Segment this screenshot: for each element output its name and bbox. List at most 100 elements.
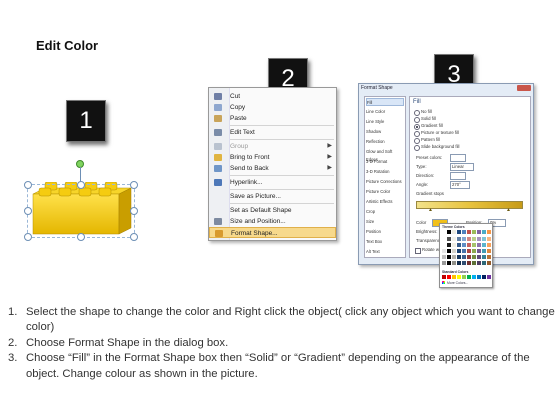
resize-handle[interactable]: [24, 233, 32, 241]
radio-pattern-fill[interactable]: [414, 138, 420, 144]
menu-item-send-to-back[interactable]: Send to Back ▶: [209, 163, 336, 174]
standard-color-swatch[interactable]: [457, 275, 461, 279]
preset-colors-dropdown[interactable]: [450, 154, 466, 162]
theme-color-swatch[interactable]: [467, 243, 471, 247]
theme-color-swatch[interactable]: [442, 261, 446, 265]
menu-item-copy[interactable]: Copy: [209, 102, 336, 113]
theme-color-swatch[interactable]: [487, 261, 491, 265]
theme-color-swatch[interactable]: [467, 249, 471, 253]
standard-color-swatch[interactable]: [442, 275, 446, 279]
theme-color-swatch[interactable]: [457, 249, 461, 253]
resize-handle[interactable]: [130, 207, 138, 215]
theme-color-swatch[interactable]: [487, 243, 491, 247]
theme-color-swatch[interactable]: [477, 249, 481, 253]
theme-color-swatch[interactable]: [452, 249, 456, 253]
theme-color-swatch[interactable]: [467, 237, 471, 241]
direction-dropdown[interactable]: [450, 172, 466, 180]
standard-color-swatch[interactable]: [452, 275, 456, 279]
category-crop[interactable]: Crop: [366, 208, 404, 216]
theme-color-swatch[interactable]: [472, 243, 476, 247]
theme-color-swatch[interactable]: [442, 230, 446, 234]
menu-item-save-as-picture[interactable]: Save as Picture...: [209, 191, 336, 202]
standard-color-swatch[interactable]: [462, 275, 466, 279]
gradient-stop-marker[interactable]: ▲: [428, 207, 433, 213]
category-3d-format[interactable]: 3-D Format: [366, 158, 404, 166]
theme-color-swatch[interactable]: [477, 230, 481, 234]
theme-color-swatch[interactable]: [467, 261, 471, 265]
radio-picture-fill[interactable]: [414, 131, 420, 137]
type-dropdown[interactable]: Linear: [450, 163, 474, 171]
angle-input[interactable]: 270°: [450, 181, 470, 189]
standard-color-swatch[interactable]: [467, 275, 471, 279]
theme-color-swatch[interactable]: [477, 243, 481, 247]
theme-color-swatch[interactable]: [472, 237, 476, 241]
theme-color-swatch[interactable]: [477, 261, 481, 265]
category-reflection[interactable]: Reflection: [366, 138, 404, 146]
standard-color-swatch[interactable]: [482, 275, 486, 279]
radio-no-fill[interactable]: [414, 110, 420, 116]
menu-item-group[interactable]: Group ▶: [209, 141, 336, 152]
radio-slide-background-fill[interactable]: [414, 145, 420, 151]
theme-color-swatch[interactable]: [457, 237, 461, 241]
radio-solid-fill[interactable]: [414, 117, 420, 123]
theme-color-swatch[interactable]: [477, 237, 481, 241]
theme-color-swatch[interactable]: [447, 249, 451, 253]
theme-color-swatch[interactable]: [482, 261, 486, 265]
theme-color-swatch[interactable]: [457, 243, 461, 247]
radio-gradient-fill[interactable]: [414, 124, 420, 130]
menu-item-paste[interactable]: Paste: [209, 113, 336, 124]
theme-color-swatch[interactable]: [447, 243, 451, 247]
theme-color-swatch[interactable]: [487, 255, 491, 259]
menu-item-set-default-shape[interactable]: Set as Default Shape: [209, 205, 336, 216]
category-3d-rotation[interactable]: 3-D Rotation: [366, 168, 404, 176]
menu-item-hyperlink[interactable]: Hyperlink...: [209, 177, 336, 188]
resize-handle[interactable]: [77, 233, 85, 241]
theme-color-swatch[interactable]: [452, 261, 456, 265]
theme-color-swatch[interactable]: [457, 261, 461, 265]
theme-color-swatch[interactable]: [482, 243, 486, 247]
theme-color-swatch[interactable]: [482, 255, 486, 259]
resize-handle[interactable]: [77, 181, 85, 189]
category-picture-corrections[interactable]: Picture Corrections: [366, 178, 404, 186]
theme-color-swatch[interactable]: [442, 255, 446, 259]
menu-item-size-position[interactable]: Size and Position...: [209, 216, 336, 227]
category-line-style[interactable]: Line Style: [366, 118, 404, 126]
theme-color-swatch[interactable]: [472, 230, 476, 234]
category-alt-text[interactable]: Alt Text: [366, 248, 404, 256]
theme-color-swatch[interactable]: [447, 261, 451, 265]
theme-color-swatch[interactable]: [462, 230, 466, 234]
category-shadow[interactable]: Shadow: [366, 128, 404, 136]
theme-color-swatch[interactable]: [462, 261, 466, 265]
theme-color-swatch[interactable]: [452, 255, 456, 259]
resize-handle[interactable]: [130, 233, 138, 241]
category-text-box[interactable]: Text Box: [366, 238, 404, 246]
menu-item-bring-to-front[interactable]: Bring to Front ▶: [209, 152, 336, 163]
theme-color-swatch[interactable]: [442, 237, 446, 241]
theme-color-swatch[interactable]: [447, 230, 451, 234]
close-icon[interactable]: [517, 85, 531, 91]
theme-color-swatch[interactable]: [472, 249, 476, 253]
theme-color-swatch[interactable]: [467, 255, 471, 259]
category-picture-color[interactable]: Picture Color: [366, 188, 404, 196]
theme-color-swatch[interactable]: [447, 237, 451, 241]
theme-color-swatch[interactable]: [462, 243, 466, 247]
menu-item-cut[interactable]: Cut: [209, 91, 336, 102]
resize-handle[interactable]: [24, 207, 32, 215]
resize-handle[interactable]: [130, 181, 138, 189]
category-artistic-effects[interactable]: Artistic Effects: [366, 198, 404, 206]
standard-color-swatch[interactable]: [487, 275, 491, 279]
theme-color-swatch[interactable]: [452, 243, 456, 247]
menu-item-format-shape[interactable]: Format Shape...: [209, 227, 336, 238]
theme-color-swatch[interactable]: [482, 230, 486, 234]
theme-color-swatch[interactable]: [472, 261, 476, 265]
category-size[interactable]: Size: [366, 218, 404, 226]
theme-color-swatch[interactable]: [462, 237, 466, 241]
category-line-color[interactable]: Line Color: [366, 108, 404, 116]
theme-color-swatch[interactable]: [452, 230, 456, 234]
standard-color-swatch[interactable]: [472, 275, 476, 279]
theme-color-swatch[interactable]: [472, 255, 476, 259]
theme-color-swatch[interactable]: [487, 237, 491, 241]
theme-color-swatch[interactable]: [447, 255, 451, 259]
standard-color-swatch[interactable]: [447, 275, 451, 279]
menu-item-edit-text[interactable]: Edit Text: [209, 127, 336, 138]
